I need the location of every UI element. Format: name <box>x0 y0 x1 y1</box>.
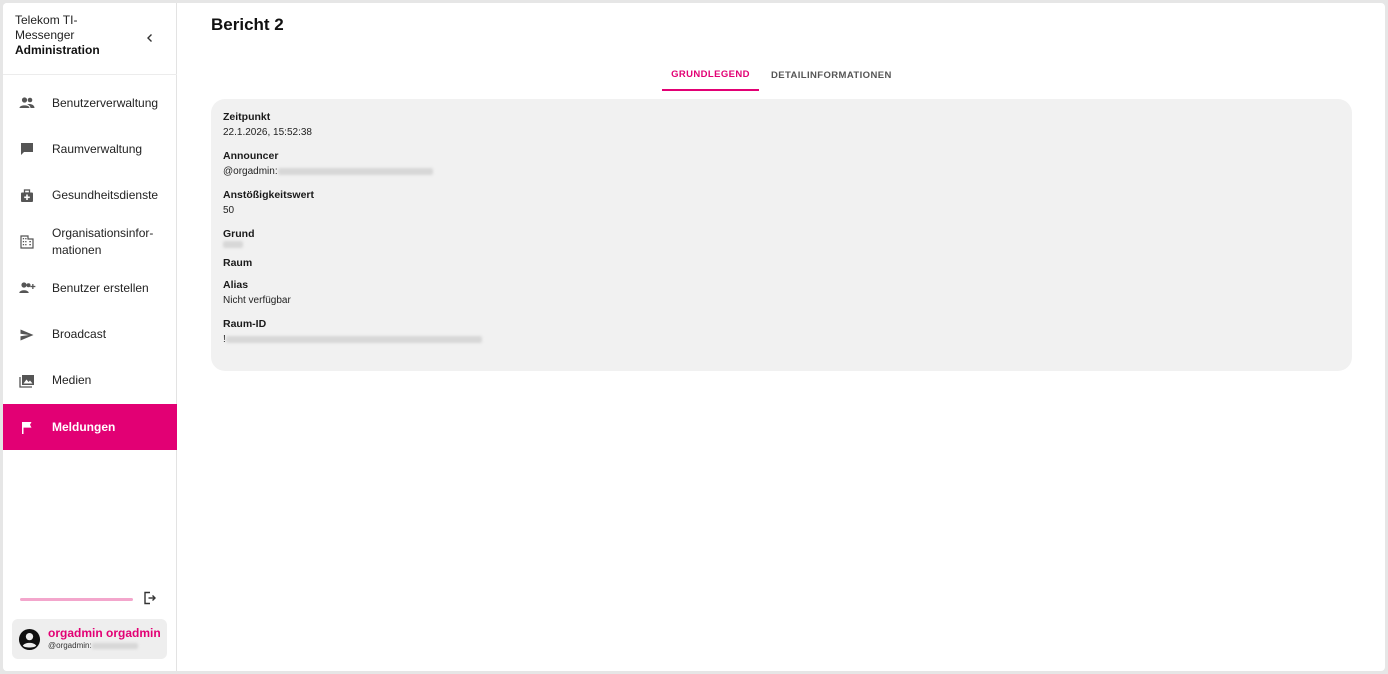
user-profile-card[interactable]: orgadmin orgadmin @orgadmin: <box>12 619 167 659</box>
medical-bag-icon <box>18 187 36 205</box>
tab-grundlegend[interactable]: GRUNDLEGEND <box>662 59 759 91</box>
flag-icon <box>18 418 36 436</box>
field-zeitpunkt: Zeitpunkt 22.1.2026, 15:52:38 <box>223 110 1340 141</box>
redacted-text <box>91 643 138 649</box>
send-icon <box>18 326 36 344</box>
sidebar-item-organisationsinformationen[interactable]: Organisationsinfor- mationen <box>3 219 177 265</box>
sidebar-item-label: Meldungen <box>52 419 116 434</box>
chat-icon <box>18 140 36 158</box>
media-icon <box>18 372 36 390</box>
page-title: Bericht 2 <box>211 15 284 34</box>
field-value: ! <box>223 331 1340 348</box>
field-value <box>223 241 1340 248</box>
app-window: Telekom TI- Messenger Administration Ben… <box>3 3 1385 671</box>
sidebar-item-meldungen[interactable]: Meldungen <box>3 404 177 451</box>
brand-line-3: Administration <box>15 43 100 57</box>
sidebar-item-label: Raumverwaltung <box>52 141 143 156</box>
user-avatar-icon <box>18 628 41 650</box>
field-raum: Raum <box>223 256 1340 270</box>
sidebar-item-benutzerverwaltung[interactable]: Benutzerverwaltung <box>3 80 177 126</box>
sidebar-item-medien[interactable]: Medien <box>3 358 177 404</box>
field-label: Announcer <box>223 150 279 162</box>
field-raum-id: Raum-ID ! <box>223 317 1340 348</box>
brand-line-2: Messenger <box>15 28 75 42</box>
field-value: 22.1.2026, 15:52:38 <box>223 127 312 138</box>
logout-icon <box>144 591 156 605</box>
field-alias: Alias Nicht verfügbar <box>223 278 1340 309</box>
report-details-card: Zeitpunkt 22.1.2026, 15:52:38 Announcer … <box>211 99 1352 371</box>
field-value: @orgadmin: <box>223 163 1340 180</box>
sidebar-item-benutzer-erstellen[interactable]: Benutzer erstellen <box>3 265 177 311</box>
field-value: 50 <box>223 205 235 216</box>
field-label: Raum <box>223 257 253 269</box>
sidebar-item-label: Benutzerverwaltung <box>52 95 159 110</box>
sidebar-item-label: Medien <box>52 373 92 388</box>
users-icon <box>18 94 36 112</box>
field-announcer: Announcer @orgadmin: <box>223 149 1340 180</box>
app-brand: Telekom TI- Messenger Administration <box>15 13 135 58</box>
collapse-sidebar-button[interactable] <box>141 29 159 47</box>
sidebar-item-raumverwaltung[interactable]: Raumverwaltung <box>3 126 177 172</box>
tab-detailinformationen[interactable]: DETAILINFORMATIONEN <box>759 59 904 91</box>
field-label: Grund <box>223 228 255 240</box>
sidebar: Telekom TI- Messenger Administration Ben… <box>3 3 177 671</box>
user-info: orgadmin orgadmin @orgadmin: <box>48 626 161 652</box>
divider <box>3 74 177 75</box>
announcer-prefix: @orgadmin: <box>223 166 278 177</box>
redacted-text <box>223 241 243 248</box>
sidebar-item-gesundheitsdienste[interactable]: Gesundheitsdienste <box>3 173 177 219</box>
building-icon <box>18 233 36 251</box>
chevron-left-icon <box>147 34 152 42</box>
main-content: Bericht 2 GRUNDLEGEND DETAILINFORMATIONE… <box>178 3 1385 671</box>
sidebar-item-label: Broadcast <box>52 327 107 342</box>
user-id: @orgadmin: <box>48 640 161 652</box>
redacted-text <box>277 168 433 175</box>
field-label: Anstößigkeitswert <box>223 189 315 201</box>
progress-bar <box>20 598 133 601</box>
field-grund: Grund <box>223 227 1340 248</box>
field-anstoessigkeitswert: Anstößigkeitswert 50 <box>223 188 1340 219</box>
field-label: Raum-ID <box>223 318 267 330</box>
sidebar-item-label: Benutzer erstellen <box>52 280 149 295</box>
field-label: Zeitpunkt <box>223 111 271 123</box>
redacted-text <box>225 336 482 343</box>
brand-line-1: Telekom TI- <box>15 13 78 27</box>
sidebar-item-label: Organisationsinfor- mationen <box>52 226 154 258</box>
user-id-prefix: @orgadmin: <box>48 641 92 650</box>
sidebar-nav: Benutzerverwaltung Raumverwaltung Gesund… <box>3 80 177 451</box>
field-value: Nicht verfügbar <box>223 295 291 306</box>
tab-bar: GRUNDLEGEND DETAILINFORMATIONEN <box>662 59 904 91</box>
sidebar-item-label: Gesundheitsdienste <box>52 188 159 203</box>
user-name: orgadmin orgadmin <box>48 626 161 640</box>
field-label: Alias <box>223 279 249 291</box>
sidebar-item-broadcast[interactable]: Broadcast <box>3 311 177 357</box>
add-user-icon <box>18 279 36 297</box>
logout-button[interactable] <box>143 591 159 607</box>
